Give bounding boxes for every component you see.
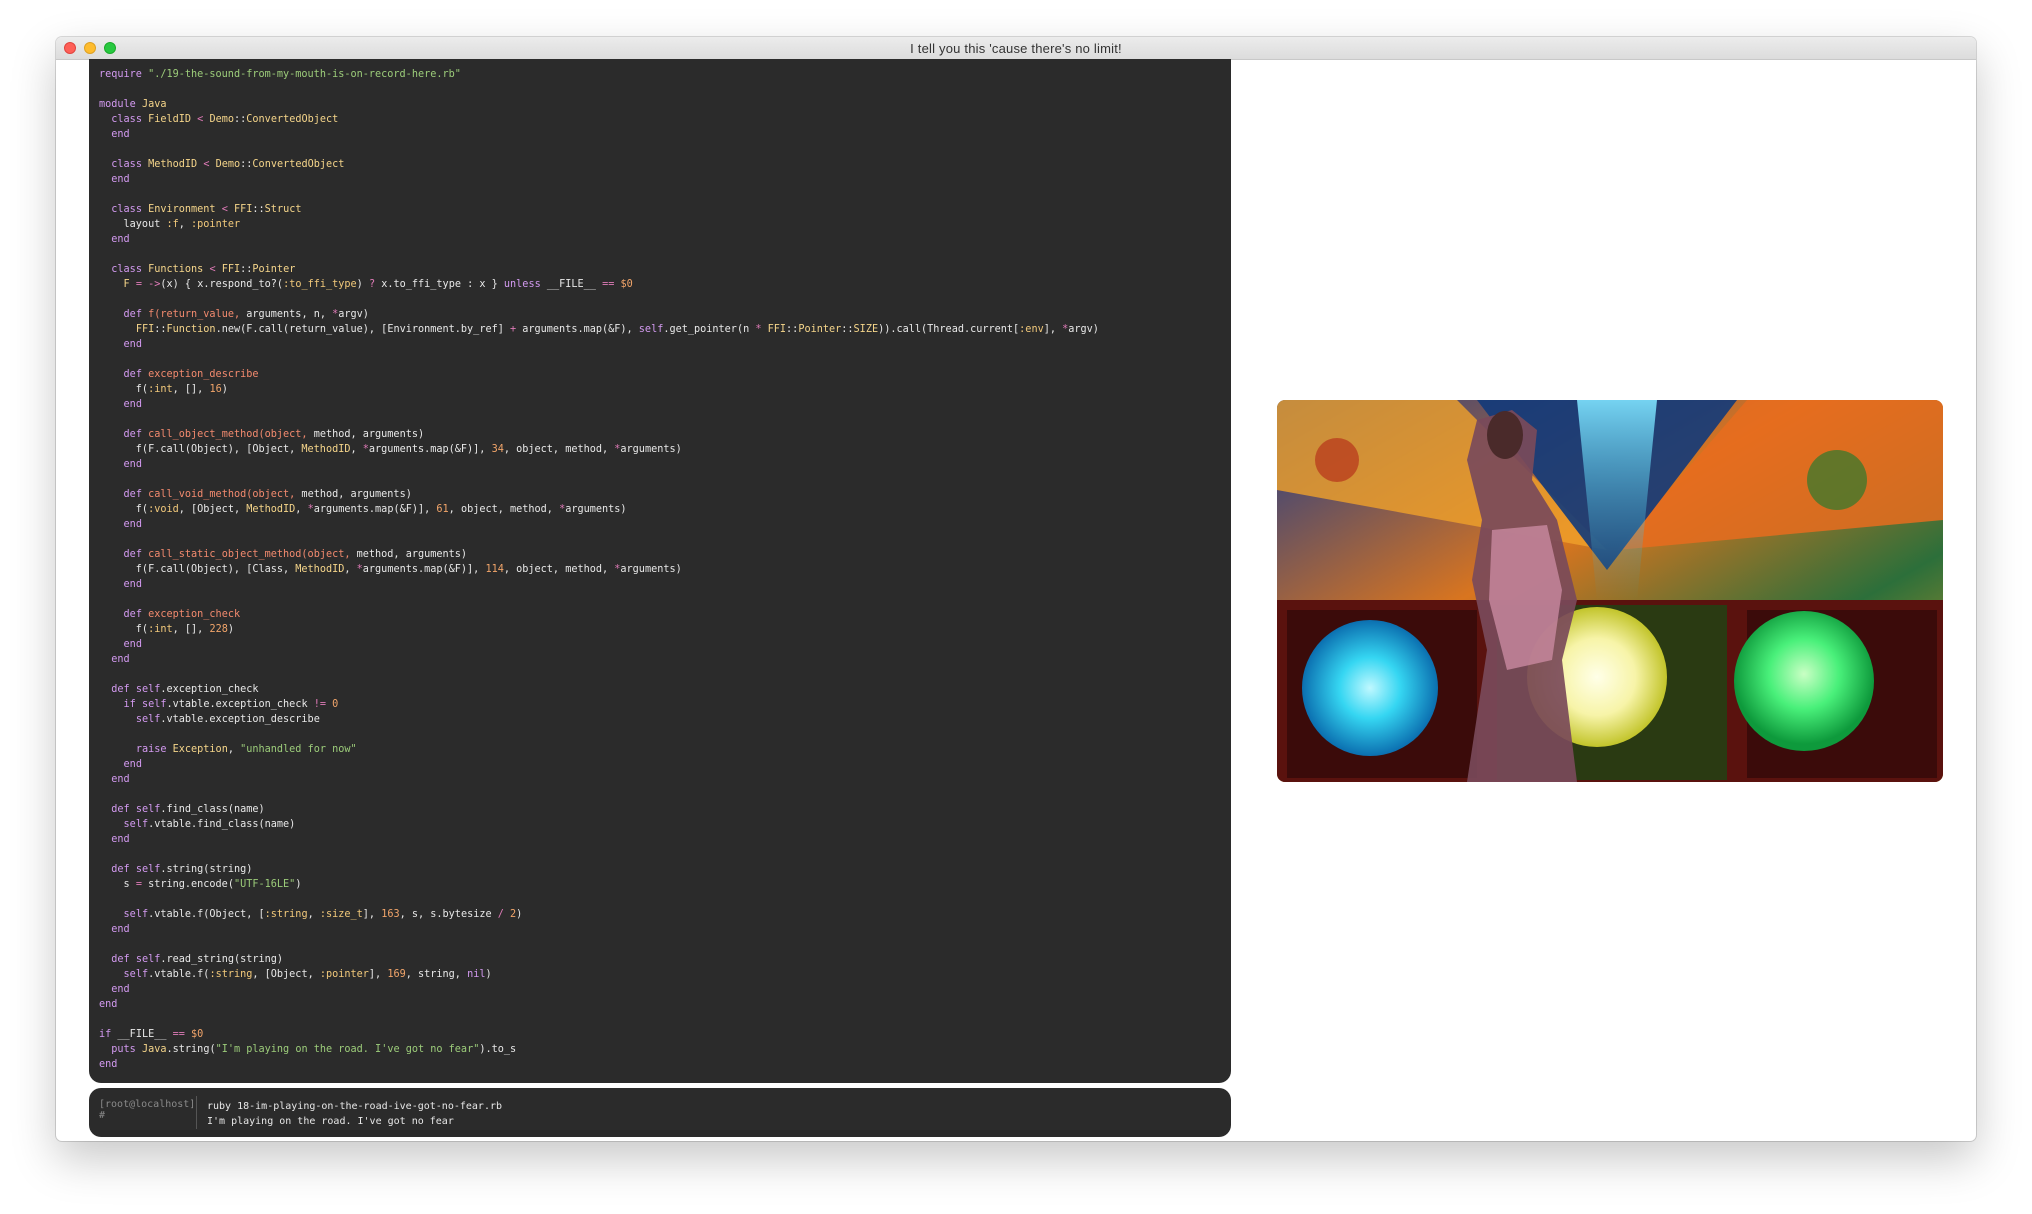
code-line: end: [111, 924, 130, 935]
code-line: def self.read_string(string): [111, 954, 284, 965]
code-line: def self.find_class(name): [111, 804, 265, 815]
code-line: end: [99, 1059, 118, 1070]
code-line: end: [123, 399, 142, 410]
code-line: f(:int, [], 228): [99, 624, 234, 635]
code-line: end: [99, 999, 118, 1010]
code-line: f(F.call(Object), [Class, MethodID, *arg…: [99, 564, 682, 575]
code-line: raise Exception, "unhandled for now": [135, 744, 357, 755]
terminal-output: I'm playing on the road. I've got no fea…: [207, 1116, 454, 1127]
code-line: def self.exception_check: [111, 684, 259, 695]
code-line: end: [123, 519, 142, 530]
code-line: def call_static_object_method(object, me…: [123, 549, 468, 560]
code-line: f(:void, [Object, MethodID, *arguments.m…: [99, 504, 627, 515]
code-line: class FieldID < Demo::ConvertedObject: [111, 114, 339, 125]
code-line: FFI::Function.new(F.call(return_value), …: [135, 324, 1099, 335]
code-line: end: [111, 129, 130, 140]
terminal-panel[interactable]: [root@localhost] # ruby 18-im-playing-on…: [89, 1088, 1231, 1137]
video-frame-image: [1277, 400, 1943, 782]
code-line: layout :f, :pointer: [99, 219, 241, 230]
code-line: puts Java.string("I'm playing on the roa…: [111, 1044, 517, 1055]
code-line: end: [111, 174, 130, 185]
code-line: end: [123, 579, 142, 590]
code-line: f(:int, [], 16): [99, 384, 228, 395]
close-button[interactable]: [64, 42, 76, 54]
code-line: module Java: [99, 99, 167, 110]
code-line: end: [123, 759, 142, 770]
maximize-button[interactable]: [104, 42, 116, 54]
code-line: end: [111, 834, 130, 845]
code-line: self.vtable.find_class(name): [123, 819, 296, 830]
window-controls: [64, 42, 116, 54]
minimize-button[interactable]: [84, 42, 96, 54]
code-line: def f(return_value, arguments, n, *argv): [123, 309, 369, 320]
code-line: end: [111, 234, 130, 245]
code-line: end: [111, 774, 130, 785]
window-title: I tell you this 'cause there's no limit!: [910, 40, 1122, 56]
terminal-output-area: ruby 18-im-playing-on-the-road-ive-got-n…: [197, 1088, 502, 1137]
code-line: f(F.call(Object), [Object, MethodID, *ar…: [99, 444, 682, 455]
code-line: def call_object_method(object, method, a…: [123, 429, 425, 440]
code-line: end: [123, 459, 142, 470]
code-line: def call_void_method(object, method, arg…: [123, 489, 412, 500]
code-line: class MethodID < Demo::ConvertedObject: [111, 159, 345, 170]
code-line: if __FILE__ == $0: [99, 1029, 204, 1040]
code-line: class Functions < FFI::Pointer: [111, 264, 296, 275]
code-line: F = ->(x) { x.respond_to?(:to_ffi_type) …: [123, 279, 633, 290]
code-line: self.vtable.f(Object, [:string, :size_t]…: [123, 909, 523, 920]
code-line: s = string.encode("UTF-16LE"): [99, 879, 302, 890]
code-line: end: [123, 639, 142, 650]
code-content[interactable]: require "./19-the-sound-from-my-mouth-is…: [99, 67, 1221, 1072]
code-line: def self.string(string): [111, 864, 253, 875]
code-line: def exception_describe: [123, 369, 259, 380]
code-line: self.vtable.f(:string, [Object, :pointer…: [123, 969, 492, 980]
terminal-prompt: [root@localhost] #: [89, 1096, 197, 1129]
code-line: require "./19-the-sound-from-my-mouth-is…: [99, 69, 461, 80]
video-player[interactable]: [1277, 400, 1943, 782]
terminal-command: ruby 18-im-playing-on-the-road-ive-got-n…: [207, 1101, 503, 1112]
code-line: self.vtable.exception_describe: [135, 714, 320, 725]
title-bar: I tell you this 'cause there's no limit!: [56, 37, 1976, 60]
code-line: end: [111, 984, 130, 995]
app-window: I tell you this 'cause there's no limit!…: [56, 37, 1976, 1141]
code-line: if self.vtable.exception_check != 0: [123, 699, 339, 710]
code-line: def exception_check: [123, 609, 241, 620]
code-line: end: [111, 654, 130, 665]
code-line: class Environment < FFI::Struct: [111, 204, 302, 215]
code-line: end: [123, 339, 142, 350]
code-editor[interactable]: require "./19-the-sound-from-my-mouth-is…: [89, 59, 1231, 1083]
